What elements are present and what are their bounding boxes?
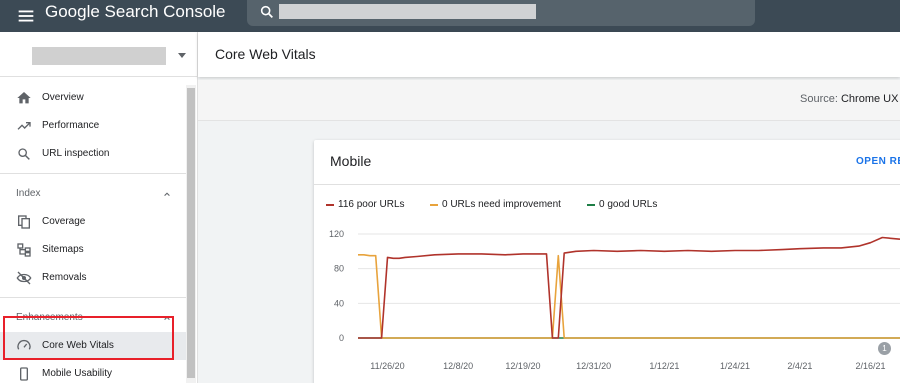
sidebar-item-url-inspection[interactable]: URL inspection — [0, 140, 186, 168]
core-web-vitals-chart: 120 80 40 0 11/26/20 12/8/20 12/19/20 12/31/20 1… — [329, 229, 900, 371]
x-tick-label: 2/4/21 — [787, 361, 812, 371]
sidebar-item-performance[interactable]: Performance — [0, 112, 186, 140]
annotation-marker[interactable]: 1 — [878, 342, 891, 355]
section-header-index[interactable]: Index — [16, 188, 40, 200]
smartphone-icon — [20, 367, 28, 381]
y-tick-label: 40 — [334, 298, 344, 308]
divider — [314, 184, 900, 185]
chevron-up-icon[interactable] — [163, 190, 171, 198]
legend-swatch — [587, 204, 595, 206]
open-report-link[interactable]: OPEN RE — [856, 156, 900, 168]
x-tick-label: 1/24/21 — [720, 361, 750, 371]
x-tick-label: 12/31/20 — [576, 361, 611, 371]
legend-label: 0 good URLs — [599, 199, 658, 210]
sidebar-item-label: Coverage — [42, 216, 86, 227]
sidebar-item-sitemaps[interactable]: Sitemaps — [0, 236, 186, 264]
y-tick-label: 120 — [329, 229, 344, 239]
property-name-redacted — [32, 47, 166, 65]
legend-swatch — [430, 204, 438, 206]
legend-label: 0 URLs need improvement — [442, 199, 561, 210]
y-tick-label: 80 — [334, 264, 344, 274]
home-icon — [17, 92, 31, 104]
source-value: Chrome UX re — [840, 93, 900, 105]
sitemap-icon — [17, 243, 31, 257]
file-copy-icon — [18, 215, 30, 229]
x-tick-label: 2/16/21 — [856, 361, 886, 371]
sidebar: Overview Performance URL inspection Inde… — [0, 32, 198, 383]
series-line — [358, 253, 900, 339]
source-info: Source: Chrome UX re — [800, 93, 900, 106]
menu-icon[interactable] — [15, 5, 37, 27]
sidebar-item-label: Sitemaps — [42, 244, 84, 255]
scrollbar-thumb[interactable] — [187, 88, 195, 378]
series-line — [358, 236, 900, 339]
x-tick-label: 1/12/21 — [649, 361, 679, 371]
sidebar-item-label: Overview — [42, 92, 84, 103]
legend-label: 116 poor URLs — [338, 199, 405, 210]
divider — [0, 297, 186, 298]
x-tick-label: 12/8/20 — [443, 361, 473, 371]
sidebar-item-overview[interactable]: Overview — [0, 84, 186, 112]
source-label: Source: — [800, 93, 838, 105]
chevron-down-icon — [178, 53, 186, 58]
sidebar-item-coverage[interactable]: Coverage — [0, 208, 186, 236]
page-header: Core Web Vitals — [198, 32, 900, 77]
search-input[interactable] — [247, 0, 755, 26]
app-logo[interactable]: Google Search Console — [45, 1, 226, 23]
sidebar-item-label: Mobile Usability — [42, 368, 113, 379]
sidebar-scrollbar[interactable] — [186, 85, 196, 383]
sidebar-item-removals[interactable]: Removals — [0, 264, 186, 292]
page-title: Core Web Vitals — [215, 46, 316, 62]
property-selector[interactable] — [0, 32, 198, 77]
app-header: Google Search Console — [0, 0, 900, 32]
trending-up-icon — [17, 122, 31, 130]
legend-swatch — [326, 204, 334, 206]
card-title: Mobile — [330, 153, 372, 169]
sidebar-item-label: Performance — [42, 120, 100, 131]
highlight-annotation — [3, 316, 174, 360]
eye-off-icon — [16, 271, 32, 285]
sidebar-item-mobile-usability[interactable]: Mobile Usability — [0, 360, 186, 383]
divider — [0, 173, 186, 174]
source-bar: Source: Chrome UX re — [198, 80, 900, 121]
sidebar-item-label: Removals — [42, 272, 87, 283]
search-icon — [18, 148, 30, 160]
x-tick-label: 11/26/20 — [370, 361, 404, 371]
y-tick-label: 0 — [339, 333, 344, 343]
x-tick-label: 12/19/20 — [505, 361, 540, 371]
sidebar-item-label: URL inspection — [42, 148, 110, 159]
search-value-redacted — [279, 4, 536, 19]
search-icon — [260, 5, 273, 18]
